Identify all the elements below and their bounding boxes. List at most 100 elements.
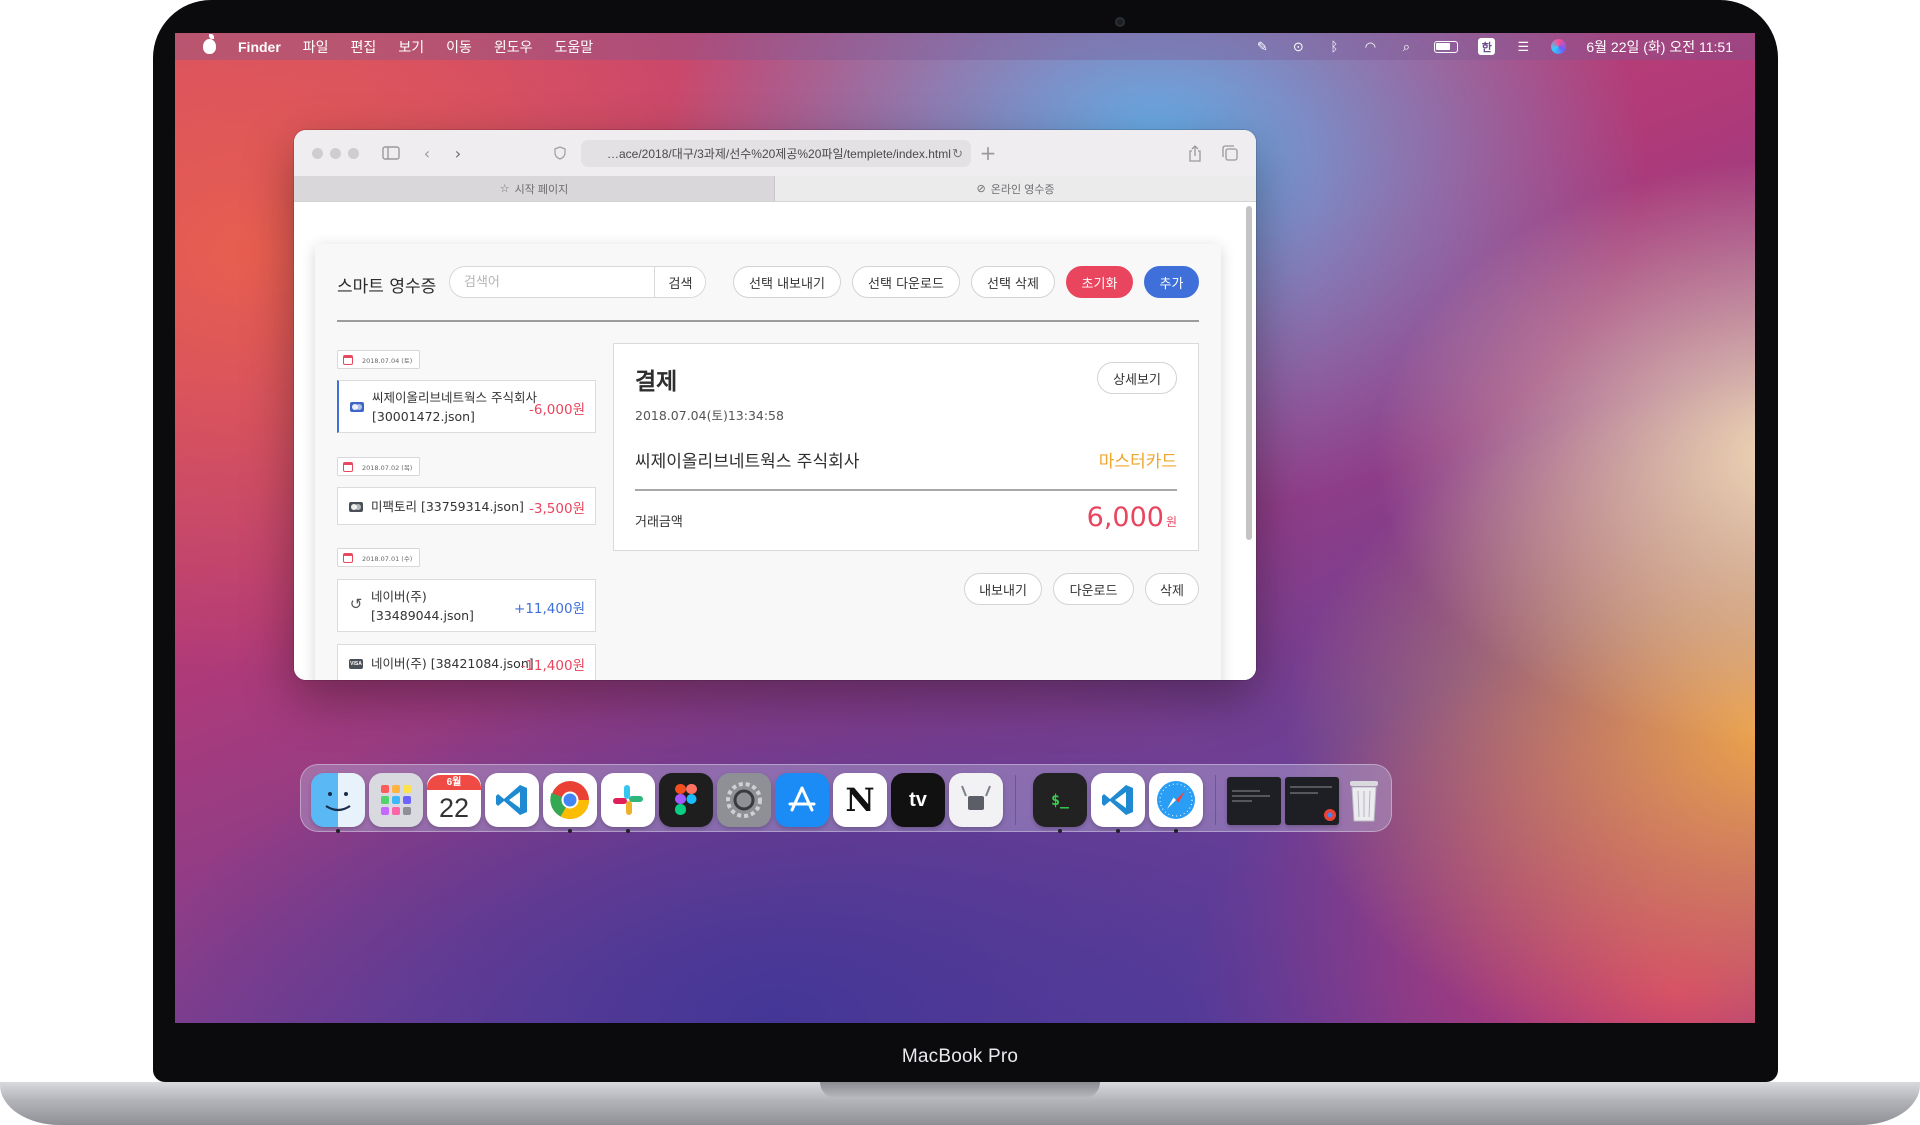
visa-icon: VISA: [349, 658, 363, 669]
system-information-icon[interactable]: [949, 773, 1003, 827]
receipt-item[interactable]: 씨제이올리브네트웍스 주식회사 [30001472.json] -6,000원: [337, 380, 596, 433]
detail-amount: 6,000 원: [1087, 502, 1177, 533]
new-tab-icon[interactable]: +: [980, 141, 997, 165]
delete-button[interactable]: 삭제: [1145, 573, 1199, 605]
apple-tv-icon[interactable]: tv: [891, 773, 945, 827]
menu-window[interactable]: 윈도우: [494, 37, 533, 57]
figma-icon[interactable]: [659, 773, 713, 827]
receipt-file: [30001472.json]: [372, 409, 475, 424]
search-input[interactable]: [450, 267, 654, 297]
date-group-header: 2018.07.02 (목): [337, 457, 421, 476]
close-window-button[interactable]: [312, 148, 323, 159]
tab-start-page[interactable]: ☆ 시작 페이지: [294, 176, 775, 201]
apple-menu-icon[interactable]: [203, 34, 216, 54]
back-icon[interactable]: ‹: [420, 143, 434, 163]
address-bar[interactable]: …ace/2018/대구/3과제/선수%20제공%20파일/templete/i…: [581, 140, 971, 167]
calendar-icon[interactable]: 6월 22: [427, 773, 481, 827]
bluetooth-icon[interactable]: ᛒ: [1326, 39, 1342, 55]
view-details-button[interactable]: 상세보기: [1097, 362, 1177, 394]
menu-help[interactable]: 도움말: [554, 37, 593, 57]
receipt-amount: -6,000원: [529, 402, 585, 418]
launchpad-icon[interactable]: [369, 773, 423, 827]
download-selected-button[interactable]: 선택 다운로드: [852, 266, 960, 298]
tab-bar: ☆ 시작 페이지 ⊘ 온라인 영수증: [294, 176, 1256, 202]
calendar-icon: [338, 549, 358, 566]
safari-icon[interactable]: [1149, 773, 1203, 827]
input-method-icon[interactable]: 한: [1478, 38, 1496, 55]
play-icon[interactable]: ⊙: [1290, 39, 1306, 55]
calendar-month: 6월: [427, 774, 481, 790]
tab-overview-icon[interactable]: [1222, 143, 1238, 163]
calendar-day: 22: [438, 792, 470, 823]
detail-divider: [635, 489, 1177, 491]
forward-icon[interactable]: ›: [451, 143, 465, 163]
vscode-icon[interactable]: [1091, 773, 1145, 827]
receipt-item[interactable]: VISA 네이버(주) [38421084.json] -11,400원: [337, 644, 596, 680]
download-button[interactable]: 다운로드: [1053, 573, 1134, 605]
card-icon: [348, 501, 364, 512]
receipt-name: 네이버(주): [371, 589, 427, 604]
receipt-detail-panel: 결제 상세보기 2018.07.04(토)13:34:58 씨제이올리브네트웍스…: [613, 343, 1199, 551]
receipt-name: 네이버(주) [38421084.json]: [371, 656, 534, 671]
delete-selected-button[interactable]: 선택 삭제: [971, 266, 1055, 298]
pen-icon[interactable]: ✎: [1254, 39, 1270, 55]
desktop: Finder 파일 편집 보기 이동 윈도우 도움말 ✎ ⊙ ᛒ ◠ ⌕ 한 ☰…: [175, 33, 1755, 1023]
menu-clock[interactable]: 6월 22일 (화) 오전 11:51: [1586, 37, 1733, 57]
privacy-shield-icon[interactable]: [552, 143, 568, 163]
receipt-name: 씨제이올리브네트웍스 주식회사: [372, 390, 537, 405]
battery-icon[interactable]: [1434, 40, 1459, 53]
wifi-icon[interactable]: ◠: [1362, 39, 1378, 55]
export-button[interactable]: 내보내기: [964, 573, 1042, 605]
search-button[interactable]: 검색: [654, 267, 705, 297]
star-icon: ☆: [499, 183, 510, 195]
header-divider: [337, 320, 1199, 322]
terminal-icon[interactable]: $_: [1033, 773, 1087, 827]
camera-icon: [1115, 17, 1125, 27]
search-box: 검색: [449, 266, 706, 298]
control-center-icon[interactable]: ☰: [1515, 39, 1531, 55]
terminal-window-thumbnail[interactable]: [1227, 777, 1281, 825]
export-selected-button[interactable]: 선택 내보내기: [733, 266, 841, 298]
receipt-amount: -3,500원: [529, 501, 585, 517]
reload-icon[interactable]: ↻: [952, 146, 963, 162]
refund-icon: ↺: [349, 595, 363, 613]
compass-icon: ⊘: [976, 183, 986, 195]
chrome-icon[interactable]: [543, 773, 597, 827]
detail-title: 결제: [635, 369, 678, 395]
detail-card-type: 마스터카드: [1098, 452, 1177, 472]
add-button[interactable]: 추가: [1144, 266, 1199, 298]
date-label: 2018.07.02 (목): [362, 463, 413, 472]
siri-icon[interactable]: [1551, 39, 1567, 54]
menu-go[interactable]: 이동: [446, 37, 472, 57]
vertical-scrollbar[interactable]: [1246, 206, 1252, 540]
url-text: …ace/2018/대구/3과제/선수%20제공%20파일/templete/i…: [607, 147, 951, 161]
minimize-window-button[interactable]: [330, 148, 341, 159]
notion-icon[interactable]: N: [833, 773, 887, 827]
trash-icon[interactable]: [1337, 773, 1391, 827]
system-preferences-icon[interactable]: [717, 773, 771, 827]
tab-label: 온라인 영수증: [990, 183, 1055, 196]
slack-icon[interactable]: [601, 773, 655, 827]
app-title: 스마트 영수증: [337, 277, 437, 297]
chrome-window-thumbnail[interactable]: [1285, 777, 1339, 825]
amount-label: 거래금액: [635, 515, 683, 530]
menu-app-name[interactable]: Finder: [238, 39, 281, 55]
vscode-icon[interactable]: [485, 773, 539, 827]
menu-view[interactable]: 보기: [398, 37, 424, 57]
search-icon[interactable]: ⌕: [1398, 39, 1414, 55]
dock: 6월 22 N tv $_: [300, 764, 1392, 833]
mastercard-icon: [349, 401, 365, 412]
finder-icon[interactable]: [311, 773, 365, 827]
app-store-icon[interactable]: [775, 773, 829, 827]
tab-label: 시작 페이지: [514, 183, 569, 196]
tab-online-receipt[interactable]: ⊘ 온라인 영수증: [775, 176, 1256, 201]
menu-edit[interactable]: 편집: [351, 37, 377, 57]
sidebar-icon[interactable]: [381, 143, 401, 163]
reset-button[interactable]: 초기화: [1066, 266, 1133, 298]
date-label: 2018.07.01 (수): [362, 554, 413, 563]
menu-file[interactable]: 파일: [303, 37, 329, 57]
share-icon[interactable]: [1187, 143, 1203, 163]
receipt-item[interactable]: 미팩토리 [33759314.json] -3,500원: [337, 487, 596, 525]
receipt-item[interactable]: ↺ 네이버(주) [33489044.json] +11,400원: [337, 579, 596, 632]
zoom-window-button[interactable]: [348, 148, 359, 159]
